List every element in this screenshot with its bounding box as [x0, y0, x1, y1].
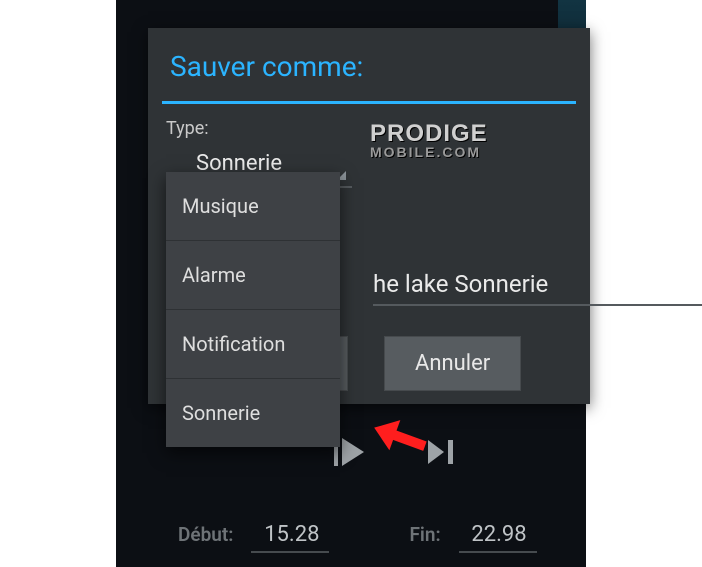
- time-row: Début: 15.28 Fin: 22.98: [178, 520, 537, 553]
- end-label: Fin:: [409, 523, 440, 546]
- menu-item-notification[interactable]: Notification: [166, 310, 340, 379]
- type-label: Type:: [148, 110, 590, 139]
- dialog-title: Sauver comme:: [148, 28, 590, 91]
- start-label: Début:: [178, 523, 233, 546]
- arrow-icon: [370, 402, 446, 478]
- type-dropdown-menu: Musique Alarme Notification Sonnerie: [166, 172, 340, 447]
- menu-item-sonnerie[interactable]: Sonnerie: [166, 379, 340, 447]
- filename-input[interactable]: he lake Sonnerie: [373, 270, 702, 306]
- start-input[interactable]: 15.28: [251, 520, 329, 553]
- menu-item-alarme[interactable]: Alarme: [166, 241, 340, 310]
- dialog-divider: [162, 101, 576, 104]
- end-input[interactable]: 22.98: [459, 520, 537, 553]
- cancel-button[interactable]: Annuler: [384, 336, 521, 391]
- menu-item-musique[interactable]: Musique: [166, 172, 340, 241]
